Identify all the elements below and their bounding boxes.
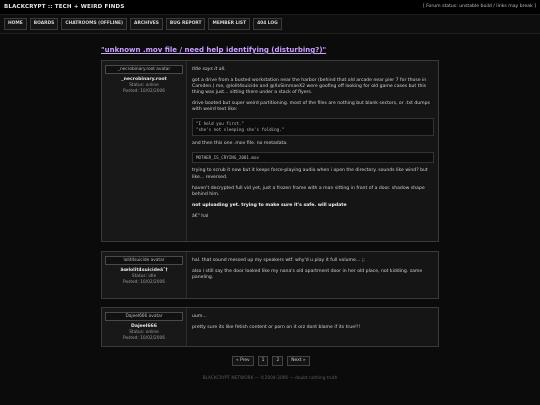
- footer: BLACKCRYPT NETWORK — ©2004-2006 — doubt …: [202, 376, 338, 381]
- avatar[interactable]: lolit4suicide avatar: [105, 256, 183, 265]
- post-text: also i still say the door looked like my…: [192, 269, 423, 281]
- nav-archives[interactable]: ARCHIVES: [130, 18, 163, 30]
- post-text: pretty sure its like fetish content or p…: [192, 325, 361, 331]
- site-title[interactable]: BLACKCRYPT :: TECH + WEIRD FINDS: [4, 4, 124, 11]
- nav-home[interactable]: HOME: [4, 18, 27, 30]
- post: _necrobinary.root avatar _necrobinary.ro…: [101, 60, 439, 242]
- post-text: drive booted but super weird partitionin…: [192, 101, 430, 113]
- nav-404-log[interactable]: 404 LOG: [253, 18, 282, 30]
- post-body: title says it all. got a drive from a bu…: [187, 61, 438, 241]
- thread-title[interactable]: "unknown .mov file / need help identifyi…: [101, 46, 326, 55]
- nav-member-list[interactable]: MEMBER LIST: [208, 18, 251, 30]
- main-nav: HOME BOARDS CHATROOMS (offline) ARCHIVES…: [0, 15, 540, 34]
- post-date: Posted: 10/02/2006: [123, 88, 165, 94]
- next-page-button[interactable]: Next »: [287, 356, 310, 366]
- nav-chatrooms[interactable]: CHATROOMS (offline): [61, 18, 128, 30]
- post-text: title says it all.: [192, 67, 226, 72]
- post-text: and then this one .mov file. no metadata…: [192, 140, 288, 146]
- post-author-panel: lolit4suicide avatar âœ­lolit4suicideâ˜†…: [102, 252, 187, 298]
- post-text: trying to scrub it now but it keeps forc…: [192, 168, 428, 180]
- post-text: haven't decrypted full vid yet, just a f…: [192, 185, 425, 197]
- post-body: uum... pretty sure its like fetish conte…: [187, 308, 438, 346]
- post-date: Posted: 10/02/2006: [123, 279, 165, 285]
- quote-block: "I held you first." "she's not sleeping …: [192, 118, 434, 136]
- top-bar: BLACKCRYPT :: TECH + WEIRD FINDS [ Forum…: [0, 0, 540, 15]
- prev-page-button[interactable]: « Prev: [232, 356, 254, 366]
- avatar[interactable]: Dajeel666 avatar: [105, 312, 183, 321]
- forum-status: [ Forum status: unstable build / links m…: [422, 4, 536, 10]
- post-text: not uploading yet. trying to make sure i…: [192, 202, 347, 208]
- post-signature: â€" hal: [192, 213, 209, 219]
- post-author-panel: Dajeel666 avatar Dajeel666 Status: onlin…: [102, 308, 187, 346]
- page-1-button[interactable]: 1: [257, 356, 269, 366]
- post-text: hal. that sound messed up my speakers wt…: [192, 258, 365, 263]
- avatar[interactable]: _necrobinary.root avatar: [105, 65, 183, 74]
- nav-bug-report[interactable]: BUG REPORT: [165, 18, 206, 30]
- post: Dajeel666 avatar Dajeel666 Status: onlin…: [101, 307, 439, 347]
- post: lolit4suicide avatar âœ­lolit4suicideâ˜†…: [101, 251, 439, 299]
- page-2-button[interactable]: 2: [272, 356, 284, 366]
- post-date: Posted: 10/02/2006: [123, 335, 165, 341]
- post-author-panel: _necrobinary.root avatar _necrobinary.ro…: [102, 61, 187, 241]
- nav-boards[interactable]: BOARDS: [29, 18, 59, 30]
- quote-line: "she's not sleeping she's folding.": [196, 127, 285, 133]
- post-body: hal. that sound messed up my speakers wt…: [187, 252, 438, 298]
- filename-block: MOTHER_IS_CRYING_2001.mov: [192, 151, 434, 164]
- post-text: got a drive from a busted workstation ne…: [192, 78, 427, 96]
- pagination: « Prev 1 2 Next »: [232, 356, 310, 366]
- post-text: uum...: [192, 314, 207, 319]
